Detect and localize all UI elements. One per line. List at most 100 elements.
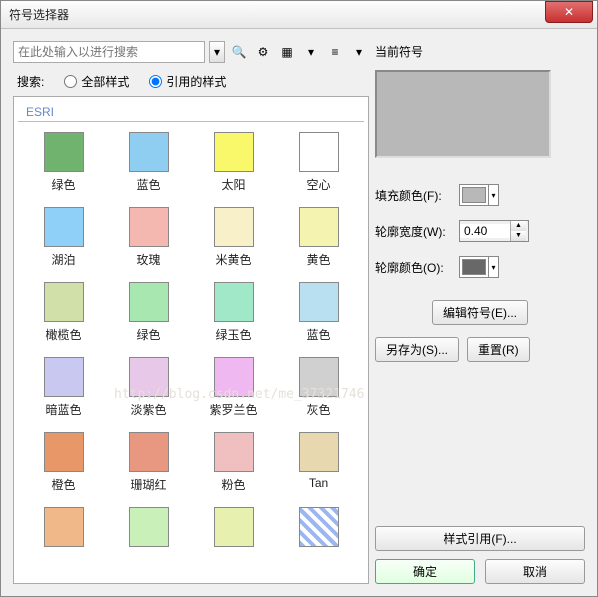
swatch-item[interactable]: 橙色 xyxy=(22,428,105,497)
swatch-label: 暗蓝色 xyxy=(45,401,81,418)
swatch-label: 玫瑰 xyxy=(136,251,160,268)
swatch-item[interactable]: 绿玉色 xyxy=(192,278,275,347)
fill-color-swatch xyxy=(462,187,486,203)
swatch-item[interactable]: 淡紫色 xyxy=(107,353,190,422)
fill-color-dropdown-icon: ▾ xyxy=(488,185,498,205)
outline-color-picker[interactable]: ▾ xyxy=(459,256,499,278)
bottom-buttons: 样式引用(F)... 确定 取消 xyxy=(375,526,585,584)
search-input[interactable] xyxy=(13,41,205,63)
swatch-grid: 绿色蓝色太阳空心湖泊玫瑰米黄色黄色橄榄色绿色绿玉色蓝色暗蓝色淡紫色紫罗兰色灰色橙… xyxy=(18,128,364,555)
titlebar: 符号选择器 ✕ xyxy=(1,1,597,29)
symbol-preview xyxy=(375,70,551,158)
radio-all-input[interactable] xyxy=(64,75,77,88)
chevron-down-icon: ▾ xyxy=(214,45,220,59)
right-panel: 当前符号 填充颜色(F): ▾ 轮廓宽度(W): ▲ ▼ xyxy=(375,41,585,584)
swatch-item[interactable]: 绿色 xyxy=(107,278,190,347)
swatch-item[interactable]: 绿色 xyxy=(22,128,105,197)
swatch-item[interactable] xyxy=(22,503,105,555)
swatch-item[interactable]: 珊瑚红 xyxy=(107,428,190,497)
swatch-item[interactable]: 橄榄色 xyxy=(22,278,105,347)
swatch-item[interactable]: 太阳 xyxy=(192,128,275,197)
radio-all-styles[interactable]: 全部样式 xyxy=(64,73,129,90)
puzzle-icon[interactable]: ⚙ xyxy=(253,42,273,62)
view-dropdown-icon[interactable]: ▾ xyxy=(301,42,321,62)
current-symbol-label: 当前符号 xyxy=(375,43,585,60)
swatch-item[interactable]: 玫瑰 xyxy=(107,203,190,272)
menu-dropdown-icon[interactable]: ▾ xyxy=(349,42,369,62)
swatch-color xyxy=(44,282,84,322)
save-as-button[interactable]: 另存为(S)... xyxy=(375,337,459,362)
swatch-item[interactable]: 空心 xyxy=(277,128,360,197)
swatch-label: 绿色 xyxy=(51,176,75,193)
spinner-down-icon[interactable]: ▼ xyxy=(511,231,526,241)
view-grid-icon[interactable]: ▦ xyxy=(277,42,297,62)
outline-width-row: 轮廓宽度(W): ▲ ▼ xyxy=(375,220,585,242)
swatch-label: 粉色 xyxy=(221,476,245,493)
swatch-label: 米黄色 xyxy=(215,251,251,268)
swatch-label: 太阳 xyxy=(221,176,245,193)
fill-color-row: 填充颜色(F): ▾ xyxy=(375,184,585,206)
search-dropdown[interactable]: ▾ xyxy=(209,41,225,63)
outline-color-dropdown-icon: ▾ xyxy=(488,257,498,277)
swatch-label: 橙色 xyxy=(51,476,75,493)
swatch-label: 珊瑚红 xyxy=(130,476,166,493)
swatch-item[interactable]: Tan xyxy=(277,428,360,497)
swatch-label: 蓝色 xyxy=(136,176,160,193)
swatch-item[interactable]: 蓝色 xyxy=(277,278,360,347)
swatch-item[interactable]: 黄色 xyxy=(277,203,360,272)
outline-width-input[interactable] xyxy=(460,224,510,238)
swatch-color xyxy=(214,282,254,322)
swatch-item[interactable]: 紫罗兰色 xyxy=(192,353,275,422)
edit-symbol-button[interactable]: 编辑符号(E)... xyxy=(432,300,528,325)
menu-icon[interactable]: ≡ xyxy=(325,42,345,62)
zoom-icon[interactable]: 🔍 xyxy=(229,42,249,62)
swatch-item[interactable]: 蓝色 xyxy=(107,128,190,197)
swatch-color xyxy=(299,357,339,397)
swatch-item[interactable] xyxy=(277,503,360,555)
swatch-color xyxy=(299,432,339,472)
radio-all-label: 全部样式 xyxy=(81,73,129,90)
window-title: 符号选择器 xyxy=(9,6,69,23)
search-label: 搜索: xyxy=(17,73,44,90)
swatch-color xyxy=(129,207,169,247)
swatch-label: 绿色 xyxy=(136,326,160,343)
swatch-item[interactable]: 灰色 xyxy=(277,353,360,422)
symbol-selector-window: 符号选择器 ✕ ▾ 🔍 ⚙ ▦ ▾ ≡ ▾ 搜索: 全部样式 xyxy=(0,0,598,597)
radio-ref-label: 引用的样式 xyxy=(166,73,226,90)
swatch-color xyxy=(299,282,339,322)
radio-referenced-styles[interactable]: 引用的样式 xyxy=(149,73,226,90)
swatch-item[interactable]: 湖泊 xyxy=(22,203,105,272)
swatch-color xyxy=(44,207,84,247)
swatch-label: 黄色 xyxy=(306,251,330,268)
filter-row: 搜索: 全部样式 引用的样式 xyxy=(13,73,369,90)
outline-width-spinner[interactable]: ▲ ▼ xyxy=(459,220,529,242)
swatch-color xyxy=(44,132,84,172)
swatch-item[interactable]: 粉色 xyxy=(192,428,275,497)
close-button[interactable]: ✕ xyxy=(545,1,593,23)
swatch-item[interactable]: 米黄色 xyxy=(192,203,275,272)
spinner-up-icon[interactable]: ▲ xyxy=(511,221,526,231)
style-references-button[interactable]: 样式引用(F)... xyxy=(375,526,585,551)
swatch-color xyxy=(129,507,169,547)
swatch-label: 淡紫色 xyxy=(130,401,166,418)
swatch-color xyxy=(214,132,254,172)
swatch-color xyxy=(129,132,169,172)
swatch-label: Tan xyxy=(309,476,328,490)
outline-color-swatch xyxy=(462,259,486,275)
symbol-grid-container[interactable]: ESRI 绿色蓝色太阳空心湖泊玫瑰米黄色黄色橄榄色绿色绿玉色蓝色暗蓝色淡紫色紫罗… xyxy=(13,96,369,584)
ok-button[interactable]: 确定 xyxy=(375,559,475,584)
reset-button[interactable]: 重置(R) xyxy=(467,337,530,362)
cancel-button[interactable]: 取消 xyxy=(485,559,585,584)
swatch-color xyxy=(299,507,339,547)
swatch-color xyxy=(214,207,254,247)
swatch-label: 蓝色 xyxy=(306,326,330,343)
search-row: ▾ 🔍 ⚙ ▦ ▾ ≡ ▾ xyxy=(13,41,369,63)
swatch-item[interactable] xyxy=(192,503,275,555)
radio-ref-input[interactable] xyxy=(149,75,162,88)
swatch-item[interactable]: 暗蓝色 xyxy=(22,353,105,422)
dialog-body: ▾ 🔍 ⚙ ▦ ▾ ≡ ▾ 搜索: 全部样式 引用的样式 xyxy=(1,29,597,596)
close-icon: ✕ xyxy=(564,5,574,19)
fill-color-picker[interactable]: ▾ xyxy=(459,184,499,206)
swatch-label: 橄榄色 xyxy=(45,326,81,343)
swatch-item[interactable] xyxy=(107,503,190,555)
